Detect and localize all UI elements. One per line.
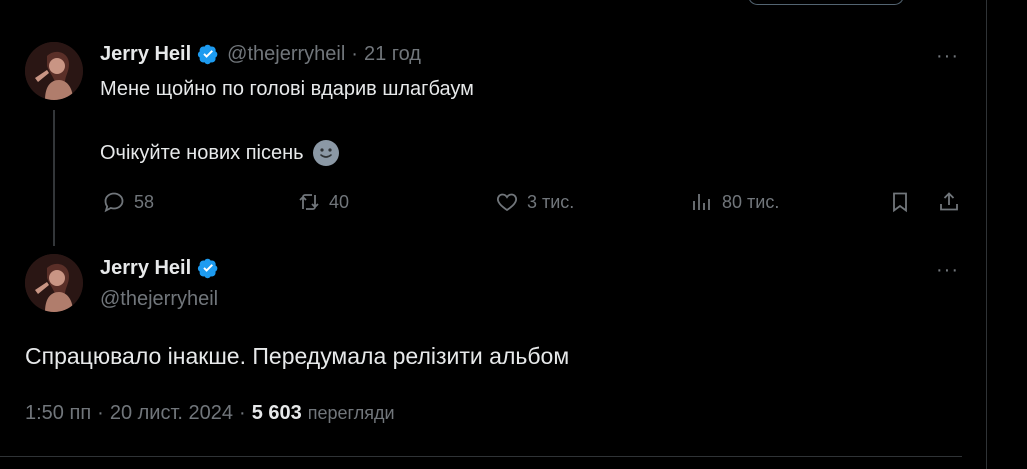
- tweet-text-line2: Очікуйте нових пісень: [100, 141, 304, 164]
- reply-count: 58: [134, 191, 155, 212]
- verified-badge-icon[interactable]: [197, 42, 221, 66]
- reply-button[interactable]: 58: [102, 190, 154, 214]
- verified-badge-icon[interactable]: [197, 256, 221, 280]
- divider: [0, 456, 962, 457]
- top-pill-button[interactable]: [748, 0, 904, 5]
- bookmark-icon: [893, 192, 907, 213]
- author-handle[interactable]: @thejerryheil: [227, 43, 345, 66]
- parent-tweet-header: Jerry Heil @thejerryheil · 21 год: [100, 42, 421, 66]
- tweet-text-line1: Мене щойно по голові вдарив шлагбаум: [100, 78, 474, 100]
- views-count: 80 тис.: [722, 191, 780, 212]
- bookmark-button[interactable]: [888, 190, 912, 219]
- tweet-meta-row: 1:50 пп · 20 лист. 2024 · 5 603 перегляд…: [25, 402, 395, 425]
- tweet-time[interactable]: 21 год: [364, 43, 421, 66]
- views-count[interactable]: 5 603: [252, 402, 302, 425]
- avatar[interactable]: [25, 254, 83, 312]
- avatar[interactable]: [25, 42, 83, 100]
- author-name[interactable]: Jerry Heil: [100, 43, 191, 66]
- smiling-face-icon: [312, 140, 339, 166]
- avatar-photo-icon: [25, 254, 83, 312]
- separator-dot: ·: [239, 402, 246, 424]
- like-count: 3 тис.: [527, 191, 575, 212]
- analytics-icon: [693, 194, 710, 210]
- author-handle[interactable]: @thejerryheil: [100, 288, 218, 311]
- tweet-text-line2-row: Очікуйте нових пісень: [100, 139, 340, 167]
- repost-count: 40: [329, 191, 350, 212]
- author-name[interactable]: Jerry Heil: [100, 257, 191, 280]
- reply-icon: [104, 192, 124, 213]
- more-options-icon[interactable]: ···: [936, 46, 959, 66]
- share-button[interactable]: [937, 190, 961, 219]
- avatar-photo-icon: [25, 42, 83, 100]
- tweet-date[interactable]: 20 лист. 2024: [110, 402, 233, 425]
- tweet-time[interactable]: 1:50 пп: [25, 402, 91, 425]
- main-tweet-text: Спрацювало інакше. Передумала релізити а…: [25, 343, 570, 369]
- separator-dot: ·: [351, 42, 358, 65]
- separator-dot: ·: [97, 402, 104, 424]
- views-label[interactable]: перегляди: [308, 403, 395, 424]
- like-button[interactable]: 3 тис.: [495, 190, 574, 214]
- share-icon: [940, 192, 958, 211]
- main-tweet-header: Jerry Heil: [100, 256, 221, 280]
- more-options-icon[interactable]: ···: [936, 260, 959, 280]
- thread-line: [53, 110, 55, 246]
- views-button[interactable]: 80 тис.: [690, 190, 779, 214]
- column-border: [986, 0, 987, 469]
- repost-icon: [299, 194, 319, 210]
- heart-icon: [497, 193, 517, 212]
- repost-button[interactable]: 40: [297, 190, 349, 214]
